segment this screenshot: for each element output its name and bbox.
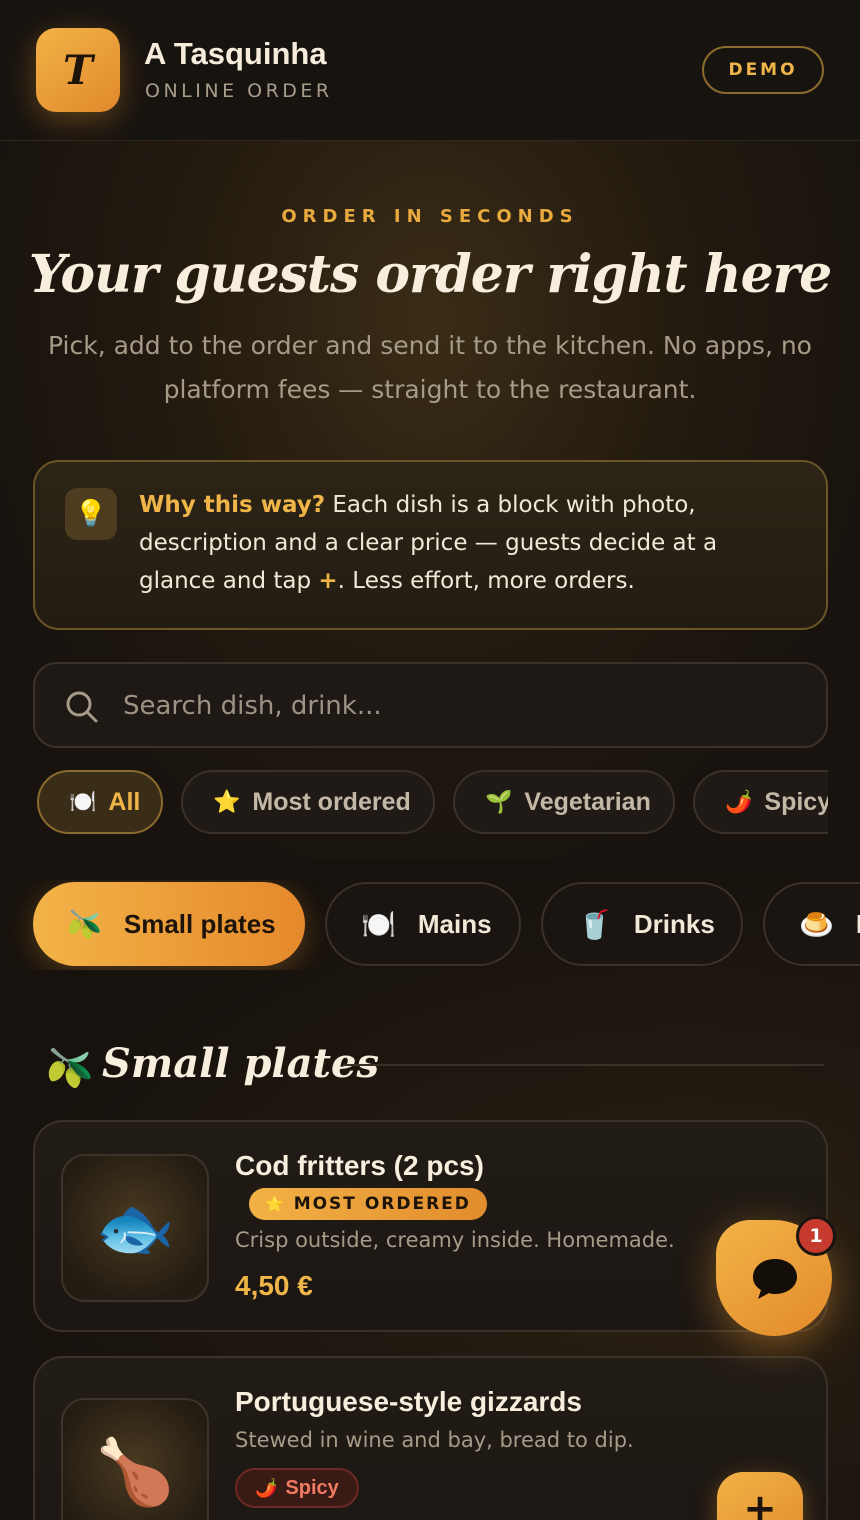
section-divider	[343, 1064, 824, 1066]
hero-subtitle: Pick, add to the order and send it to th…	[48, 331, 812, 404]
info-text: Why this way? Each dish is a block with …	[139, 486, 799, 600]
star-icon: ⭐	[213, 789, 241, 814]
tag-label: Spicy	[285, 1476, 339, 1499]
dish-price: 4,50 €	[235, 1270, 313, 1301]
pudding-icon: 🍮	[799, 908, 834, 940]
info-callout: 💡 Why this way? Each dish is a block wit…	[33, 460, 828, 630]
seedling-icon: 🌱	[485, 789, 513, 814]
tab-label: Drinks	[633, 908, 715, 939]
badge-label: MOST ORDERED	[293, 1194, 471, 1214]
drink-cup-icon: 🥤	[577, 908, 612, 940]
tab-label: Small plates	[123, 908, 276, 939]
filter-vegetarian[interactable]: 🌱 Vegetarian	[453, 770, 675, 834]
info-plus: +	[318, 568, 338, 594]
filter-chips: 🍽️ All ⭐ Most ordered 🌱 Vegetarian 🌶️ Sp…	[33, 770, 828, 836]
brand-subtitle: ONLINE ORDER	[145, 80, 333, 102]
dish-card[interactable]: 🍗 Portuguese-style gizzards Stewed in wi…	[33, 1356, 828, 1520]
spicy-tag: 🌶️ Spicy	[235, 1468, 359, 1508]
unread-count-badge: 1	[796, 1216, 836, 1256]
search-bar	[33, 662, 828, 748]
search-icon	[66, 691, 98, 723]
filter-label: Vegetarian	[524, 787, 651, 816]
tab-label: Mains	[417, 908, 492, 939]
info-body-end: . Less effort, more orders.	[337, 568, 635, 594]
tab-small-plates[interactable]: 🫒 Small plates	[33, 882, 305, 966]
fish-icon: 🐟	[61, 1154, 209, 1302]
olive-icon: 🫒	[46, 1046, 94, 1090]
dish-description: Crisp outside, creamy inside. Homemade.	[235, 1228, 675, 1252]
hero-eyebrow: ORDER IN SECONDS	[281, 206, 579, 227]
add-to-order-button[interactable]: +	[717, 1472, 803, 1520]
category-tabs: 🫒 Small plates 🍽️ Mains 🥤 Drinks 🍮 D	[0, 880, 860, 970]
filter-all[interactable]: 🍽️ All	[37, 770, 163, 834]
tab-label: D	[856, 909, 860, 940]
search-input[interactable]	[123, 682, 803, 730]
olive-icon: 🫒	[67, 908, 102, 940]
dish-card[interactable]: 🐟 Cod fritters (2 pcs) ⭐ MOST ORDERED Cr…	[33, 1120, 828, 1332]
info-highlight: Why this way?	[139, 492, 326, 518]
chat-bubble-icon	[753, 1259, 797, 1299]
plate-icon: 🍽️	[361, 908, 396, 940]
tab-mains[interactable]: 🍽️ Mains	[325, 882, 521, 966]
brand-name: A Tasquinha	[144, 36, 327, 71]
lightbulb-icon: 💡	[65, 488, 117, 540]
dish-description: Stewed in wine and bay, bread to dip.	[235, 1428, 634, 1452]
filter-label: All	[108, 787, 141, 816]
filter-spicy[interactable]: 🌶️ Spicy	[693, 770, 828, 834]
dish-name: Portuguese-style gizzards	[235, 1386, 582, 1417]
drumstick-icon: 🍗	[61, 1398, 209, 1520]
plate-icon: 🍽️	[69, 789, 97, 814]
star-icon: ⭐	[265, 1195, 284, 1213]
chili-icon: 🌶️	[725, 789, 753, 814]
brand-logo[interactable]: T	[36, 28, 120, 112]
section-title: Small plates	[102, 1040, 379, 1087]
filter-label: Most ordered	[252, 787, 411, 816]
app-header: T A Tasquinha ONLINE ORDER DEMO	[0, 0, 860, 141]
dish-name: Cod fritters (2 pcs)	[235, 1150, 484, 1181]
tab-desserts[interactable]: 🍮 D	[763, 882, 860, 966]
hero-title: Your guests order right here	[28, 244, 832, 305]
logo-letter: T	[63, 46, 93, 94]
most-ordered-badge: ⭐ MOST ORDERED	[249, 1188, 487, 1220]
demo-badge[interactable]: DEMO	[702, 46, 824, 94]
chili-icon: 🌶️	[255, 1477, 278, 1498]
tab-drinks[interactable]: 🥤 Drinks	[541, 882, 743, 966]
filter-most-ordered[interactable]: ⭐ Most ordered	[181, 770, 435, 834]
filter-label: Spicy	[764, 787, 828, 816]
